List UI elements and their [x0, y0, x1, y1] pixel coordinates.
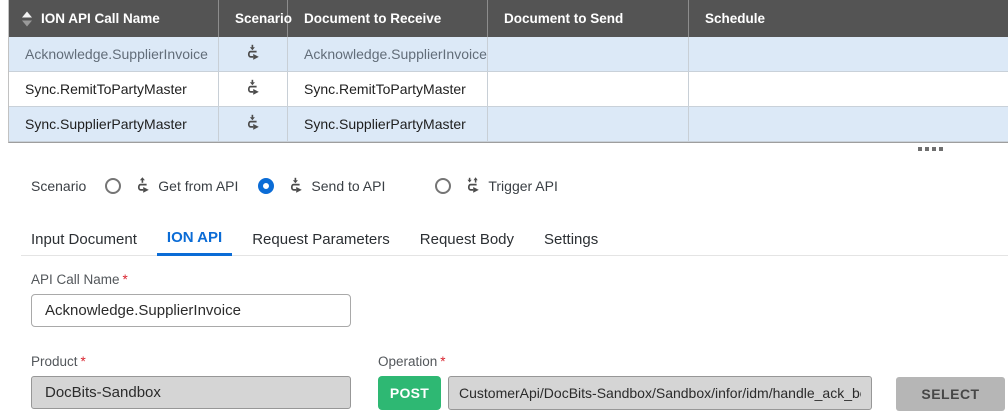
radio-selected[interactable]: [258, 178, 275, 194]
cell-api-call-name: Sync.RemitToPartyMaster: [9, 72, 219, 106]
product-input: [31, 376, 351, 409]
column-header-schedule: Schedule: [705, 11, 766, 26]
tab-request-body[interactable]: Request Body: [410, 222, 524, 256]
required-marker: *: [440, 354, 446, 369]
table-row[interactable]: Sync.SupplierPartyMaster Sync.SupplierPa…: [9, 107, 1008, 142]
cell-api-call-name: Sync.SupplierPartyMaster: [9, 107, 219, 141]
column-header-document-to-receive: Document to Receive: [288, 0, 488, 37]
http-method-badge: POST: [378, 376, 441, 410]
cell-api-call-name: Acknowledge.SupplierInvoice: [9, 37, 219, 71]
radio-label[interactable]: Trigger API: [488, 178, 558, 194]
tab-input-document[interactable]: Input Document: [21, 222, 147, 256]
cell-scenario: [219, 37, 288, 71]
send-to-api-icon: [244, 44, 262, 65]
tab-ion-api[interactable]: ION API: [156, 222, 233, 256]
table-row[interactable]: Sync.RemitToPartyMaster Sync.RemitToPart…: [9, 72, 1008, 107]
operation-field-group: Operation * POST: [378, 354, 872, 410]
table-row[interactable]: Acknowledge.SupplierInvoice Acknowledge.…: [9, 37, 1008, 72]
cell-document-to-send: [488, 37, 689, 71]
product-label: Product *: [31, 354, 86, 369]
cell-schedule: [689, 72, 1008, 106]
cell-document-to-receive: Acknowledge.SupplierInvoice: [288, 37, 488, 71]
cell-schedule: [689, 37, 1008, 71]
cell-scenario: [219, 107, 288, 141]
cell-document-to-send: [488, 72, 689, 106]
cell-schedule: [689, 107, 1008, 141]
product-field-group: Product *: [31, 354, 351, 409]
scenario-option-send-to-api[interactable]: Send to API: [258, 177, 385, 195]
get-from-api-icon: [138, 177, 150, 193]
required-marker: *: [122, 272, 128, 287]
cell-document-to-receive: Sync.SupplierPartyMaster: [288, 107, 488, 141]
scenario-option-trigger-api[interactable]: Trigger API: [435, 177, 558, 195]
api-call-name-input[interactable]: [31, 294, 351, 327]
cell-document-to-receive: Sync.RemitToPartyMaster: [288, 72, 488, 106]
scenario-option-get-from-api[interactable]: Get from API: [105, 177, 238, 195]
operation-path-input: [448, 376, 872, 410]
scenario-group-label: Scenario: [31, 178, 87, 194]
radio-label[interactable]: Send to API: [311, 178, 385, 194]
detail-tabs: Input Document ION API Request Parameter…: [21, 222, 1008, 256]
radio-unselected[interactable]: [105, 178, 122, 194]
radio-label[interactable]: Get from API: [158, 178, 238, 194]
column-header-document-to-send: Document to Send: [488, 0, 689, 37]
column-header-label: ION API Call Name: [41, 11, 160, 26]
trigger-api-icon: [467, 177, 480, 193]
select-button[interactable]: SELECT: [896, 377, 1005, 411]
column-header-scenario: Scenario: [219, 0, 292, 37]
api-call-name-label: API Call Name *: [31, 272, 128, 287]
send-to-api-icon: [244, 114, 262, 135]
table-header-row: ION API Call Name Scenario Document to R…: [9, 0, 1008, 37]
required-marker: *: [80, 354, 86, 369]
radio-unselected[interactable]: [435, 178, 452, 194]
cell-document-to-send: [488, 107, 689, 141]
send-to-api-icon: [244, 79, 262, 100]
api-calls-table: ION API Call Name Scenario Document to R…: [8, 0, 1008, 143]
cell-scenario: [219, 72, 288, 106]
scenario-radio-group: Scenario Get from API Send to API Trigge…: [31, 177, 558, 195]
sort-asc-icon: [21, 11, 33, 27]
tab-settings[interactable]: Settings: [534, 222, 608, 256]
api-call-name-field-group: API Call Name *: [31, 272, 351, 327]
send-to-api-icon: [291, 177, 303, 193]
table-resize-handle[interactable]: [918, 147, 943, 151]
column-header-api-call-name[interactable]: ION API Call Name: [9, 0, 219, 37]
tab-request-parameters[interactable]: Request Parameters: [242, 222, 400, 256]
operation-label: Operation *: [378, 354, 446, 369]
